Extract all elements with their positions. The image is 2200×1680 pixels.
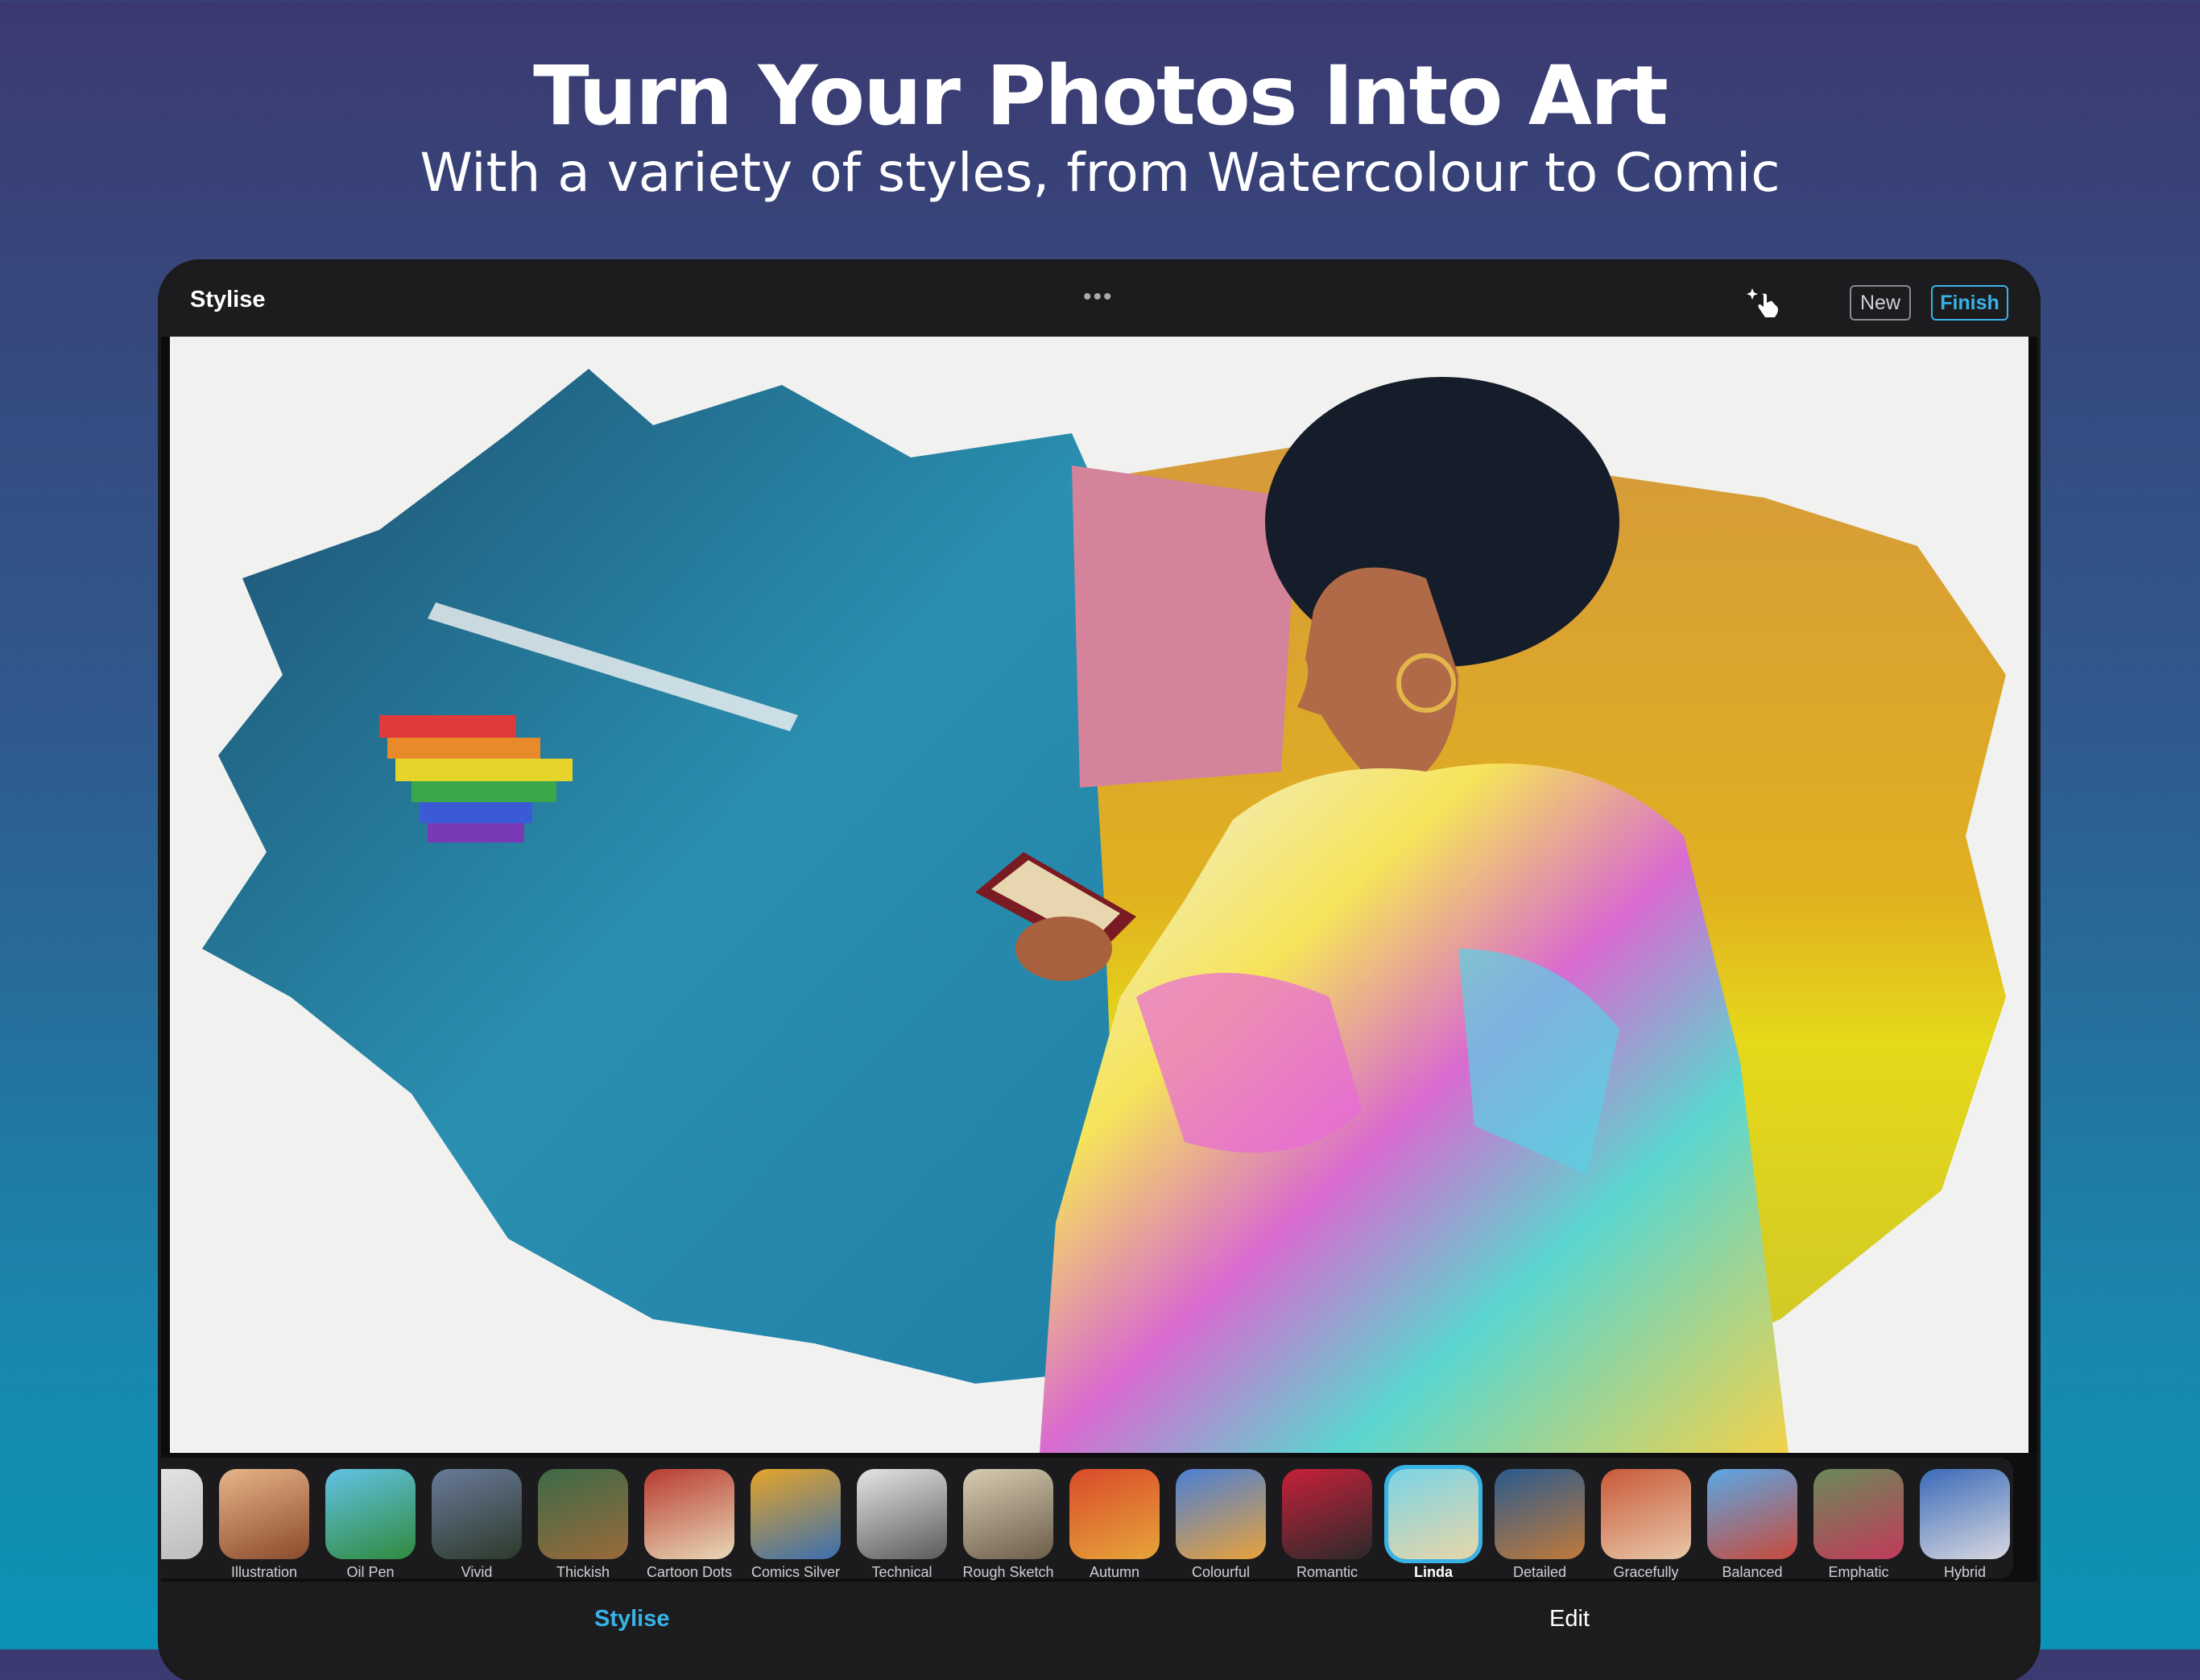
style-label: Linda: [1414, 1564, 1453, 1580]
artwork-canvas[interactable]: [170, 337, 2028, 1453]
style-label: Comics Silver: [751, 1564, 840, 1580]
style-label: Gracefully: [1613, 1564, 1679, 1580]
ellipsis-icon[interactable]: •••: [1083, 283, 1114, 311]
style-label: Balanced: [1722, 1564, 1783, 1580]
style-thumbnail[interactable]: [963, 1469, 1053, 1559]
style-thumbnail[interactable]: [1176, 1469, 1266, 1559]
tab-edit[interactable]: Edit: [1549, 1606, 1590, 1632]
style-label: Detailed: [1512, 1564, 1567, 1580]
style-thumbnail[interactable]: [1601, 1469, 1691, 1559]
style-picker: 1 Illustration Oil Pen Vivid Thickish Cartoon…: [161, 1453, 2037, 1582]
style-label: Romantic: [1296, 1564, 1358, 1580]
style-thumbnail[interactable]: [432, 1469, 522, 1559]
style-thumbnail[interactable]: [644, 1469, 734, 1559]
style-label: Thickish: [556, 1564, 610, 1580]
style-label: Emphatic: [1828, 1564, 1889, 1580]
style-thumbnail[interactable]: [325, 1469, 416, 1559]
style-thumbnail[interactable]: [1920, 1469, 2010, 1559]
style-label: Rough Sketch: [962, 1564, 1054, 1580]
style-thumbnail[interactable]: [219, 1469, 309, 1559]
style-label: 1: [161, 1564, 211, 1581]
style-label: Vivid: [461, 1564, 493, 1580]
style-thumbnail[interactable]: [857, 1469, 947, 1559]
style-thumbnail[interactable]: [1282, 1469, 1372, 1559]
style-thumbnail[interactable]: [1813, 1469, 1904, 1559]
style-thumbnail[interactable]: [1495, 1469, 1585, 1559]
style-label: Autumn: [1089, 1564, 1140, 1580]
style-thumbnail[interactable]: [1388, 1469, 1478, 1559]
new-button[interactable]: New: [1850, 285, 1911, 321]
style-thumbnail[interactable]: [751, 1469, 841, 1559]
top-toolbar: Stylise ••• New Finish: [161, 263, 2037, 337]
bottom-tab-bar: Stylise Edit: [161, 1582, 2037, 1680]
style-thumbnail[interactable]: [1707, 1469, 1797, 1559]
stylised-artwork: [202, 369, 2006, 1453]
promo-headline: Turn Your Photos Into Art: [533, 48, 1669, 144]
style-label: Oil Pen: [346, 1564, 395, 1580]
style-label: Illustration: [230, 1564, 298, 1580]
tablet-frame: Stylise ••• New Finish Illustration Oil …: [161, 263, 2037, 1680]
promo-subline: With a variety of styles, from Watercolo…: [420, 142, 1780, 204]
style-thumbnail[interactable]: [538, 1469, 628, 1559]
style-thumbnail[interactable]: [161, 1469, 203, 1559]
style-thumbnail[interactable]: [1069, 1469, 1160, 1559]
tab-stylise[interactable]: Stylise: [594, 1606, 670, 1632]
style-carousel[interactable]: 1 Illustration Oil Pen Vivid Thickish Cartoon…: [161, 1458, 2013, 1581]
finish-button[interactable]: Finish: [1931, 285, 2008, 321]
page-title: Stylise: [190, 287, 266, 312]
style-label: Hybrid: [1943, 1564, 1986, 1580]
style-label: Colourful: [1191, 1564, 1251, 1580]
style-label: Cartoon Dots: [646, 1564, 733, 1580]
magic-tap-icon[interactable]: [1746, 282, 1783, 319]
style-label: Technical: [871, 1564, 933, 1580]
